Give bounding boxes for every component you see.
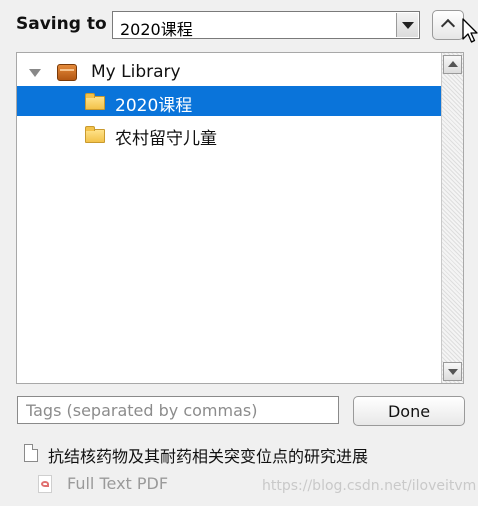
library-icon	[57, 64, 77, 81]
scroll-up-icon[interactable]	[443, 55, 462, 74]
attachment-label[interactable]: Full Text PDF	[67, 474, 168, 493]
tree-item-rural-left-behind-children[interactable]: 农村留守儿童	[17, 119, 441, 149]
tree-item-label: 农村留守儿童	[115, 129, 217, 149]
folder-icon	[85, 126, 105, 143]
collection-tree[interactable]: My Library 2020课程 农村留守儿童	[16, 52, 464, 384]
chevron-up-icon	[440, 18, 456, 34]
mouse-cursor-icon	[462, 18, 478, 43]
tags-input[interactable]	[17, 396, 339, 424]
tree-item-2020-courses[interactable]: 2020课程	[17, 86, 441, 116]
collapse-button[interactable]	[432, 10, 464, 40]
done-button[interactable]: Done	[353, 396, 465, 426]
saving-to-label: Saving to	[16, 14, 107, 34]
pdf-icon	[38, 475, 52, 493]
dropdown-arrow-icon[interactable]	[396, 13, 418, 37]
tree-scrollbar[interactable]	[441, 53, 463, 383]
tree-item-my-library[interactable]: My Library	[17, 57, 441, 87]
item-title[interactable]: 抗结核药物及其耐药相关突变位点的研究进展	[48, 443, 368, 467]
watermark: https://blog.csdn.net/iloveitvm	[262, 478, 477, 494]
collection-dropdown[interactable]: 2020课程	[112, 11, 420, 39]
expand-triangle-icon[interactable]	[29, 69, 41, 77]
folder-icon	[85, 93, 105, 110]
collection-dropdown-value: 2020课程	[120, 20, 193, 39]
document-icon	[24, 444, 38, 462]
tree-item-label: My Library	[91, 62, 181, 82]
tree-item-label: 2020课程	[115, 96, 193, 116]
scroll-down-icon[interactable]	[443, 362, 462, 381]
